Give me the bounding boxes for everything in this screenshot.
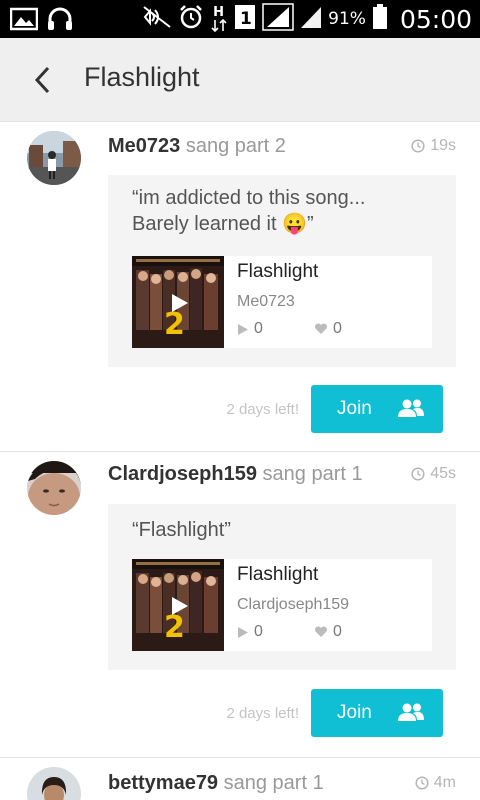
group-icon [398,399,424,417]
signal-strength-secondary-icon [300,5,322,34]
heart-icon [314,323,328,334]
join-button[interactable]: Join [311,689,443,737]
join-button[interactable]: Join [311,385,443,433]
svg-text:1: 1 [240,9,252,29]
post-quote: “im addicted to this song... Barely lear… [132,187,366,235]
signal-strength-icon [262,2,294,36]
svg-text:2: 2 [164,610,185,645]
post-time-label: 19s [430,137,456,154]
clock: 05:00 [399,4,472,34]
back-arrow-icon [34,66,50,94]
performance-feed[interactable]: Me0723 sang part 2 19s “im addicted to t… [0,122,480,800]
group-icon [398,703,424,721]
avatar[interactable] [27,461,81,515]
alarm-icon [178,4,204,35]
song-title[interactable]: Flashlight [237,261,318,283]
post-header: bettymae79 sang part 1 [108,772,324,795]
page-title: Flashlight [84,62,200,92]
song-card[interactable]: 2 Flashlight Me0723 0 0 [132,256,432,348]
clock-icon [411,467,425,481]
avatar[interactable] [27,767,81,800]
image-notification-icon [9,7,39,36]
network-type-icon: H [210,5,228,33]
username-link[interactable]: bettymae79 [108,772,218,794]
play-count: 0 [237,623,263,641]
back-button[interactable] [30,65,56,95]
play-count-icon [238,626,248,638]
post-time-label: 45s [430,465,456,482]
post-header: Clardjoseph159 sang part 1 [108,463,363,486]
username-link[interactable]: Clardjoseph159 [108,463,257,485]
song-artist[interactable]: Me0723 [237,293,295,311]
clock-icon [411,139,425,153]
like-count-value: 0 [333,623,342,640]
feed-post: Clardjoseph159 sang part 1 45s “Flashlig… [0,452,480,758]
post-time: 45s [411,465,456,483]
heart-icon [314,626,328,637]
song-cover[interactable]: 2 [132,256,224,348]
post-time-label: 4m [433,774,456,791]
app-header: Flashlight [0,38,480,122]
post-card: “im addicted to this song... Barely lear… [108,175,456,367]
play-count-value: 0 [254,320,263,337]
sim-one-icon: 1 [234,4,256,35]
like-count-value: 0 [333,320,342,337]
play-count-icon [238,323,248,335]
time-remaining: 2 days left! [226,705,299,722]
like-count: 0 [314,623,342,641]
battery-percent: 91% [328,9,366,29]
post-action: sang part 1 [262,463,363,485]
feed-post: Me0723 sang part 2 19s “im addicted to t… [0,122,480,452]
song-artist[interactable]: Clardjoseph159 [237,596,349,614]
play-count: 0 [237,320,263,338]
post-time: 19s [411,137,456,155]
post-time: 4m [415,774,456,792]
svg-text:2: 2 [164,307,185,342]
post-quote: “Flashlight” [132,519,231,541]
play-count-value: 0 [254,623,263,640]
feed-post: bettymae79 sang part 1 4m [0,758,480,800]
post-card: “Flashlight” 2 Flashlight Clardjoseph159… [108,504,456,670]
avatar[interactable] [27,131,81,185]
post-action: sang part 2 [185,135,286,157]
song-title[interactable]: Flashlight [237,564,318,586]
time-remaining: 2 days left! [226,401,299,418]
username-link[interactable]: Me0723 [108,135,180,157]
nfc-mute-icon [142,5,172,34]
join-button-label: Join [337,398,372,419]
clock-icon [415,776,429,790]
headphones-icon [46,6,74,37]
post-header: Me0723 sang part 2 [108,135,286,158]
post-action: sang part 1 [223,772,324,794]
join-button-label: Join [337,702,372,723]
status-bar: H 1 91% 05:00 [0,0,480,38]
song-card[interactable]: 2 Flashlight Clardjoseph159 0 0 [132,559,432,651]
like-count: 0 [314,320,342,338]
battery-icon [372,3,388,35]
song-cover[interactable]: 2 [132,559,224,651]
